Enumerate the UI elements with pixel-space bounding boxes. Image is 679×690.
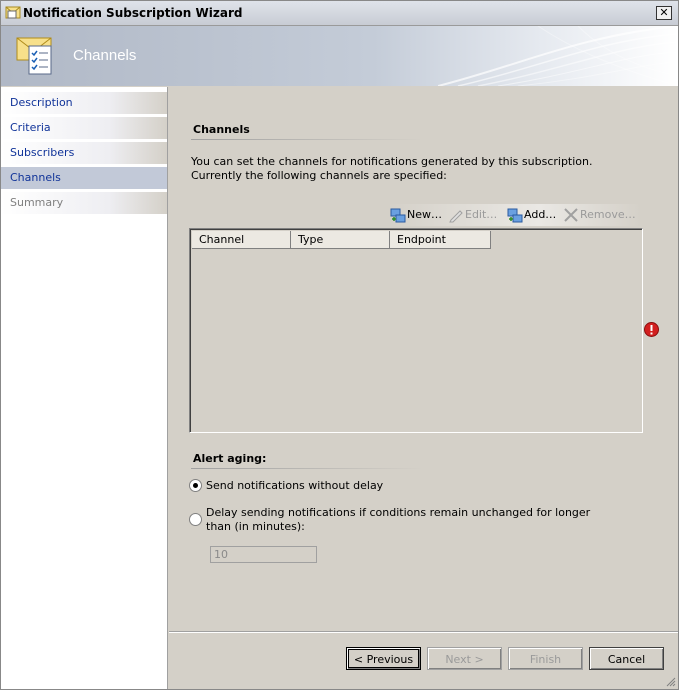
- resize-grip-icon[interactable]: [664, 675, 676, 687]
- edit-channel-button[interactable]: Edit…: [448, 207, 506, 223]
- edit-button-label: Edit…: [465, 208, 498, 221]
- sidebar-item-channels[interactable]: Channels: [1, 167, 167, 189]
- radio-selected-dot: [193, 483, 198, 488]
- radio-label-send-without-delay[interactable]: Send notifications without delay: [206, 479, 383, 493]
- column-header-channel[interactable]: Channel: [192, 231, 291, 249]
- section-divider: [191, 468, 423, 469]
- section-divider: [191, 139, 423, 140]
- error-icon: [644, 322, 659, 337]
- column-header-type[interactable]: Type: [291, 231, 390, 249]
- next-button[interactable]: Next >: [427, 647, 502, 670]
- cancel-button[interactable]: Cancel: [589, 647, 664, 670]
- radio-label-delay-sending[interactable]: Delay sending notifications if condition…: [206, 506, 596, 534]
- section-title-alert-aging: Alert aging:: [193, 452, 267, 465]
- section-title-channels: Channels: [193, 123, 250, 136]
- footer-divider: [169, 631, 678, 633]
- sidebar-item-label: Channels: [10, 171, 61, 184]
- wizard-window: Notification Subscription Wizard ✕ Chann…: [0, 0, 679, 690]
- previous-button[interactable]: < Previous: [346, 647, 421, 670]
- close-button[interactable]: ✕: [656, 6, 672, 20]
- wizard-content-pane: Channels You can set the channels for no…: [169, 87, 678, 631]
- decorative-swirl: [438, 26, 678, 86]
- sidebar-item-summary: Summary: [1, 192, 167, 214]
- column-header-label: Channel: [199, 233, 245, 246]
- add-button-label: Add…: [524, 208, 557, 221]
- add-channel-button[interactable]: Add…: [507, 207, 561, 223]
- title-bar[interactable]: Notification Subscription Wizard ✕: [1, 1, 678, 26]
- add-channel-icon: [507, 208, 523, 223]
- close-icon: ✕: [659, 6, 669, 19]
- channels-description: You can set the channels for notificatio…: [191, 155, 593, 182]
- delay-minutes-input[interactable]: [210, 546, 317, 563]
- sidebar-item-subscribers[interactable]: Subscribers: [1, 142, 167, 164]
- new-channel-icon: [390, 208, 406, 223]
- sidebar-item-label: Description: [10, 96, 73, 109]
- remove-x-icon: [564, 208, 578, 222]
- sidebar-item-description[interactable]: Description: [1, 92, 167, 114]
- remove-channel-button[interactable]: Remove…: [563, 207, 639, 223]
- channels-grid[interactable]: Channel Type Endpoint: [189, 228, 643, 433]
- window-title: Notification Subscription Wizard: [23, 6, 243, 20]
- channels-grid-body[interactable]: Channel Type Endpoint: [190, 229, 642, 432]
- column-header-label: Type: [298, 233, 324, 246]
- radio-send-without-delay[interactable]: [189, 479, 202, 492]
- column-header-label: Endpoint: [397, 233, 446, 246]
- envelope-icon: [5, 6, 21, 19]
- channels-toolbar: New… Edit… Add… Remove…: [387, 204, 641, 226]
- sidebar-item-label: Subscribers: [10, 146, 75, 159]
- wizard-step-nav: Description Criteria Subscribers Channel…: [1, 87, 168, 689]
- remove-button-label: Remove…: [580, 208, 636, 221]
- column-header-endpoint[interactable]: Endpoint: [390, 231, 491, 249]
- sidebar-item-criteria[interactable]: Criteria: [1, 117, 167, 139]
- envelope-checklist-icon: [16, 37, 52, 75]
- page-title: Channels: [73, 47, 137, 64]
- radio-delay-sending[interactable]: [189, 513, 202, 526]
- sidebar-item-label: Criteria: [10, 121, 51, 134]
- sidebar-item-label: Summary: [10, 196, 64, 209]
- pencil-icon: [449, 210, 463, 223]
- new-button-label: New…: [407, 208, 442, 221]
- new-channel-button[interactable]: New…: [390, 207, 446, 223]
- finish-button[interactable]: Finish: [508, 647, 583, 670]
- wizard-header-banner: Channels: [1, 26, 678, 86]
